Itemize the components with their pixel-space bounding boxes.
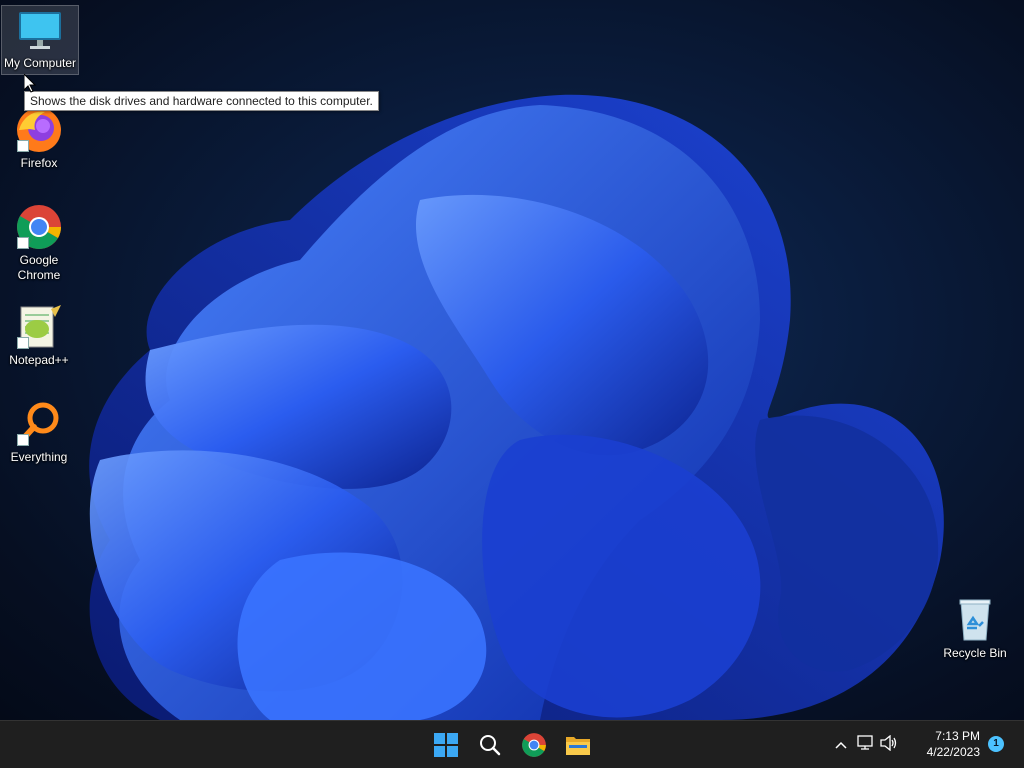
network-icon[interactable]: [852, 734, 878, 756]
chrome-icon: [522, 733, 546, 757]
search-icon: [480, 735, 501, 756]
windows-start-icon: [434, 733, 458, 757]
monitor-icon: [16, 6, 64, 54]
desktop-icon-label: Firefox: [20, 156, 58, 170]
desktop-icon-label: Everything: [10, 450, 68, 464]
recycle-bin-icon: [951, 596, 999, 644]
desktop-icon-everything[interactable]: Everything: [1, 400, 77, 465]
firefox-icon: [15, 106, 63, 154]
desktop-icon-label: Google Chrome: [17, 253, 61, 282]
taskbar: 7:13 PM 4/22/2023 1: [0, 720, 1024, 768]
chevron-up-icon[interactable]: [830, 736, 852, 754]
taskbar-file-explorer-button[interactable]: [558, 725, 598, 765]
volume-icon[interactable]: [878, 734, 900, 756]
search-button[interactable]: [470, 725, 510, 765]
mouse-cursor-icon: [24, 74, 36, 93]
clock[interactable]: 7:13 PM 4/22/2023: [927, 728, 980, 760]
desktop-icon-label: Notepad++: [9, 353, 69, 367]
desktop-icon-label: My Computer: [3, 56, 77, 70]
shortcut-arrow-icon: [17, 237, 29, 249]
system-tray: [830, 721, 900, 769]
desktop-icon-firefox[interactable]: Firefox: [1, 106, 77, 171]
desktop[interactable]: My Computer Firefox Google Chrome Notepa…: [0, 0, 1024, 720]
desktop-icon-recycle-bin[interactable]: Recycle Bin: [937, 596, 1013, 661]
taskbar-chrome-button[interactable]: [514, 725, 554, 765]
tooltip: Shows the disk drives and hardware conne…: [24, 91, 379, 111]
file-explorer-icon: [566, 737, 590, 755]
desktop-icon-my-computer[interactable]: My Computer: [1, 5, 79, 75]
desktop-icon-label: Recycle Bin: [943, 646, 1007, 660]
everything-icon: [15, 400, 63, 448]
shortcut-arrow-icon: [17, 140, 29, 152]
notepadpp-icon: [15, 303, 63, 351]
shortcut-arrow-icon: [17, 434, 29, 446]
start-button[interactable]: [426, 725, 466, 765]
desktop-icon-notepadpp[interactable]: Notepad++: [1, 303, 77, 368]
desktop-icon-google-chrome[interactable]: Google Chrome: [1, 203, 77, 283]
notification-badge[interactable]: 1: [988, 736, 1004, 752]
chrome-icon: [15, 203, 63, 251]
shortcut-arrow-icon: [17, 337, 29, 349]
clock-date: 4/22/2023: [926, 745, 980, 759]
clock-time: 7:13 PM: [935, 729, 980, 743]
